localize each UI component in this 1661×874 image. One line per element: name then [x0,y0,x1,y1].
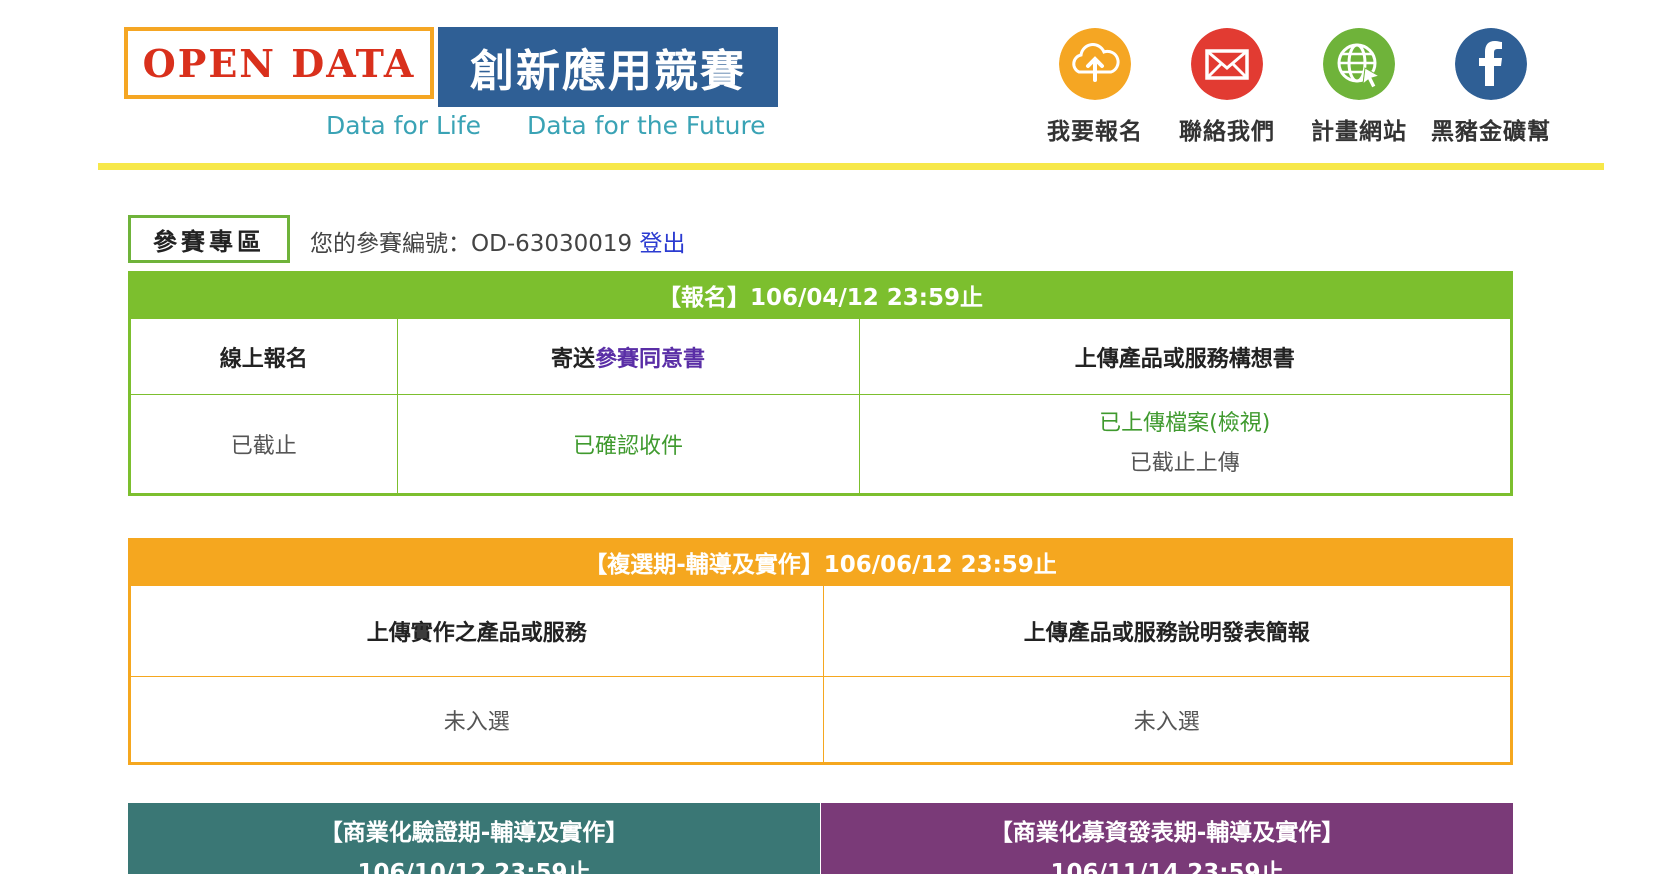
site-logo[interactable]: OPEN DATA 創新應用競賽 Data for Life Data for … [124,27,778,140]
registration-id-label: 您的參賽編號： [310,231,471,257]
facebook-icon [1455,28,1527,100]
consent-form-header: 寄送參賽同意書 [396,319,860,395]
nav-register-label: 我要報名 [1047,119,1143,145]
stage-registration-table: 線上報名 寄送參賽同意書 上傳產品或服務構想書 已截止 已確認收件 已上傳檔案(… [131,319,1510,493]
table-row: 已截止 已確認收件 已上傳檔案(檢視) 已截止上傳 [131,394,1511,493]
logo-open-data: OPEN DATA [124,27,434,99]
table-row: 線上報名 寄送參賽同意書 上傳產品或服務構想書 [131,319,1510,395]
nav-facebook[interactable]: 黑豬金礦幫 [1426,28,1556,146]
table-row: 上傳實作之產品或服務 上傳產品或服務說明發表簡報 [131,586,1510,677]
upload-presentation-header: 上傳產品或服務說明發表簡報 [822,586,1510,677]
consent-form-header-prefix: 寄送 [550,346,595,372]
registration-id-value: OD-63030019 [471,231,633,257]
nav-register[interactable]: 我要報名 [1030,28,1160,146]
top-nav: 我要報名 聯絡我們 計畫網站 黑豬金礦幫 [1030,28,1560,148]
upload-product-header: 上傳實作之產品或服務 [131,586,824,677]
upload-proposal-header: 上傳產品或服務構想書 [858,319,1510,395]
cloud-upload-icon [1059,28,1131,100]
nav-facebook-label: 黑豬金礦幫 [1431,119,1551,145]
nav-project-site-label: 計畫網站 [1311,119,1407,145]
consent-form-status: 已確認收件 [396,394,860,493]
upload-closed-note: 已截止上傳 [1129,451,1240,476]
participant-zone-label: 參賽專區 [128,215,290,263]
mail-icon [1191,28,1263,100]
logo-tagline-1: Data for Life [326,111,482,140]
logo-title: 創新應用競賽 [438,27,778,107]
stage-semifinal-table: 上傳實作之產品或服務 上傳產品或服務說明發表簡報 未入選 未入選 [131,586,1510,762]
stage-validation-date: 106/10/12 23:59止 [357,860,591,874]
stage-fundraising: 【商業化募資發表期-輔導及實作】 106/11/14 23:59止 [821,803,1513,874]
stage-fundraising-title: 【商業化募資發表期-輔導及實作】 [989,820,1345,846]
stage-validation-title: 【商業化驗證期-輔導及實作】 [319,820,629,846]
stage-registration-title: 【報名】106/04/12 23:59止 [128,271,1513,319]
table-row: 未入選 未入選 [131,676,1510,762]
stage-semifinal-title: 【複選期-輔導及實作】106/06/12 23:59止 [128,538,1513,586]
logout-link[interactable]: 登出 [640,231,686,257]
stage-fundraising-date: 106/11/14 23:59止 [1050,860,1284,874]
nav-contact-label: 聯絡我們 [1179,119,1275,145]
upload-proposal-status: 已上傳檔案(檢視) 已截止上傳 [858,394,1511,493]
nav-contact[interactable]: 聯絡我們 [1162,28,1292,146]
stage-registration: 【報名】106/04/12 23:59止 線上報名 寄送參賽同意書 上傳產品或服… [128,271,1513,496]
stage-semifinal: 【複選期-輔導及實作】106/06/12 23:59止 上傳實作之產品或服務 上… [128,538,1513,765]
stage-commercialization: 【商業化驗證期-輔導及實作】 106/10/12 23:59止 【商業化募資發表… [128,803,1513,874]
stage-validation: 【商業化驗證期-輔導及實作】 106/10/12 23:59止 [128,803,821,874]
page: OPEN DATA 創新應用競賽 Data for Life Data for … [0,0,1661,874]
view-uploaded-file-link[interactable]: 已上傳檔案(檢視) [860,404,1511,444]
online-registration-header: 線上報名 [131,319,398,395]
nav-project-site[interactable]: 計畫網站 [1294,28,1424,146]
consent-form-link[interactable]: 參賽同意書 [595,347,705,372]
globe-cursor-icon [1323,28,1395,100]
upload-presentation-status: 未入選 [822,676,1510,762]
online-registration-status: 已截止 [131,394,398,493]
header-divider [98,163,1604,170]
logo-tagline-2: Data for the Future [527,111,766,140]
upload-product-status: 未入選 [131,676,824,762]
registration-info: 您的參賽編號：OD-63030019 登出 [310,224,686,258]
